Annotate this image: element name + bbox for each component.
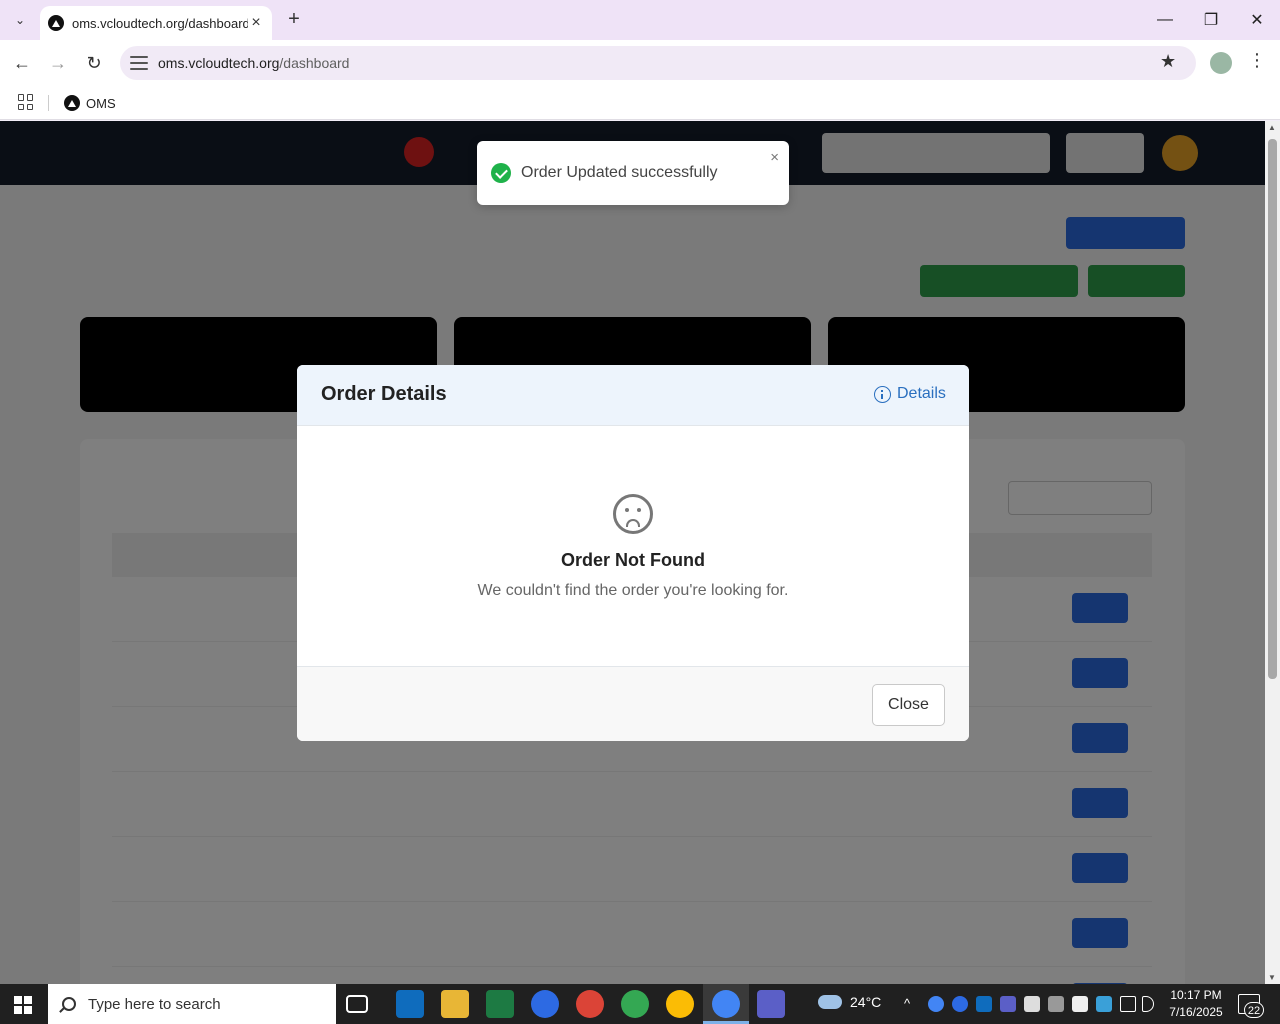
tray-chrome-icon[interactable] xyxy=(928,996,944,1012)
toast-message: Order Updated successfully xyxy=(521,164,718,181)
tray-vpn-icon[interactable] xyxy=(1072,996,1088,1012)
tray-teams-icon[interactable] xyxy=(1000,996,1016,1012)
success-check-icon xyxy=(491,163,511,183)
info-icon xyxy=(874,385,891,403)
tray-pen-icon[interactable] xyxy=(1048,996,1064,1012)
not-found-message: We couldn't find the order you're lookin… xyxy=(477,582,789,599)
network-icon[interactable] xyxy=(1120,996,1136,1012)
browser-tab-bar: ⌄ oms.vcloudtech.org/dashboard × + — ❐ ✕ xyxy=(0,0,1280,40)
tray-outlook-icon[interactable] xyxy=(976,996,992,1012)
cloud-icon xyxy=(818,995,842,1009)
url-host: oms.vcloudtech.org xyxy=(158,55,280,71)
tray-app-icon[interactable] xyxy=(1024,996,1040,1012)
back-button[interactable]: ← xyxy=(10,51,34,75)
scrollbar-thumb[interactable] xyxy=(1268,139,1277,679)
modal-body: Order Not Found We couldn't find the ord… xyxy=(297,426,969,666)
page-viewport: Order Updated successfully × Order Detai… xyxy=(0,121,1265,984)
url-path: /dashboard xyxy=(279,55,350,71)
windows-start-icon[interactable] xyxy=(14,996,32,1014)
excel-icon[interactable] xyxy=(486,990,514,1018)
window-close-button[interactable]: ✕ xyxy=(1234,0,1280,40)
teams-icon[interactable] xyxy=(757,990,785,1018)
notification-count-badge: 22 xyxy=(1244,1002,1264,1018)
toast-close-icon[interactable]: × xyxy=(770,149,779,166)
taskbar-search-box[interactable]: Type here to search xyxy=(48,984,336,1024)
weather-temperature: 24°C xyxy=(850,994,882,1010)
tray-expand-icon[interactable]: ^ xyxy=(904,996,910,1011)
window-minimize-button[interactable]: — xyxy=(1142,0,1188,40)
bookmark-label: OMS xyxy=(86,95,116,111)
zoom-icon[interactable] xyxy=(531,990,559,1018)
tray-zoom-icon[interactable] xyxy=(952,996,968,1012)
browser-toolbar: ← → ↻ oms.vcloudtech.org/dashboard ★ ⋮ xyxy=(0,40,1280,86)
modal-title: Order Details xyxy=(321,383,447,405)
tab-search-icon[interactable]: ⌄ xyxy=(8,8,32,32)
modal-header: Order Details Details xyxy=(297,365,969,426)
success-toast: Order Updated successfully × xyxy=(477,141,789,205)
page-scrollbar[interactable]: ▲ ▼ xyxy=(1265,121,1280,984)
close-button[interactable]: Close xyxy=(872,684,945,726)
taskbar-clock[interactable]: 10:17 PM 7/16/2025 xyxy=(1166,987,1226,1021)
clock-date: 7/16/2025 xyxy=(1169,1005,1223,1019)
forward-button[interactable]: → xyxy=(46,51,70,75)
new-tab-button[interactable]: + xyxy=(282,8,306,32)
bookmarks-divider xyxy=(48,95,49,111)
chrome-profile-2-icon[interactable] xyxy=(621,990,649,1018)
site-info-icon[interactable] xyxy=(130,56,148,70)
clock-time: 10:17 PM xyxy=(1170,988,1222,1002)
bookmark-oms[interactable]: OMS xyxy=(64,92,116,114)
profile-avatar[interactable] xyxy=(1210,52,1232,74)
oms-favicon-icon xyxy=(64,95,80,111)
chrome-profile-1-icon[interactable] xyxy=(576,990,604,1018)
window-restore-button[interactable]: ❐ xyxy=(1188,0,1234,40)
outlook-icon[interactable] xyxy=(396,990,424,1018)
sad-face-icon xyxy=(613,494,653,534)
taskbar-search-placeholder: Type here to search xyxy=(88,995,221,1013)
details-link-label: Details xyxy=(897,385,946,402)
bookmark-star-icon[interactable]: ★ xyxy=(1160,51,1176,72)
modal-footer: Close xyxy=(297,666,969,741)
scroll-down-icon[interactable]: ▼ xyxy=(1268,973,1276,982)
bookmarks-bar: OMS xyxy=(0,86,1280,120)
browser-tab-active[interactable]: oms.vcloudtech.org/dashboard × xyxy=(40,6,272,40)
weather-widget[interactable]: 24°C xyxy=(818,994,881,1010)
task-view-icon[interactable] xyxy=(346,995,368,1013)
scroll-up-icon[interactable]: ▲ xyxy=(1268,123,1276,132)
browser-menu-icon[interactable]: ⋮ xyxy=(1248,50,1266,71)
apps-grid-icon[interactable] xyxy=(18,94,34,110)
tab-title: oms.vcloudtech.org/dashboard xyxy=(72,15,248,31)
file-explorer-icon[interactable] xyxy=(441,990,469,1018)
details-link[interactable]: Details xyxy=(874,385,946,403)
tray-network-app-icon[interactable] xyxy=(1096,996,1112,1012)
tab-close-icon[interactable]: × xyxy=(248,14,264,32)
windows-taskbar: Type here to search 24°C ^ 10:17 PM 7/16… xyxy=(0,984,1280,1024)
address-bar[interactable]: oms.vcloudtech.org/dashboard xyxy=(120,46,1196,80)
order-details-modal: Order Details Details Order Not Found We… xyxy=(297,365,969,741)
reload-button[interactable]: ↻ xyxy=(82,51,106,75)
not-found-title: Order Not Found xyxy=(561,550,705,570)
volume-muted-icon[interactable] xyxy=(1142,996,1154,1012)
chrome-active-icon[interactable] xyxy=(712,990,740,1018)
site-favicon-icon xyxy=(48,15,64,31)
chrome-profile-3-icon[interactable] xyxy=(666,990,694,1018)
search-icon xyxy=(62,997,76,1011)
